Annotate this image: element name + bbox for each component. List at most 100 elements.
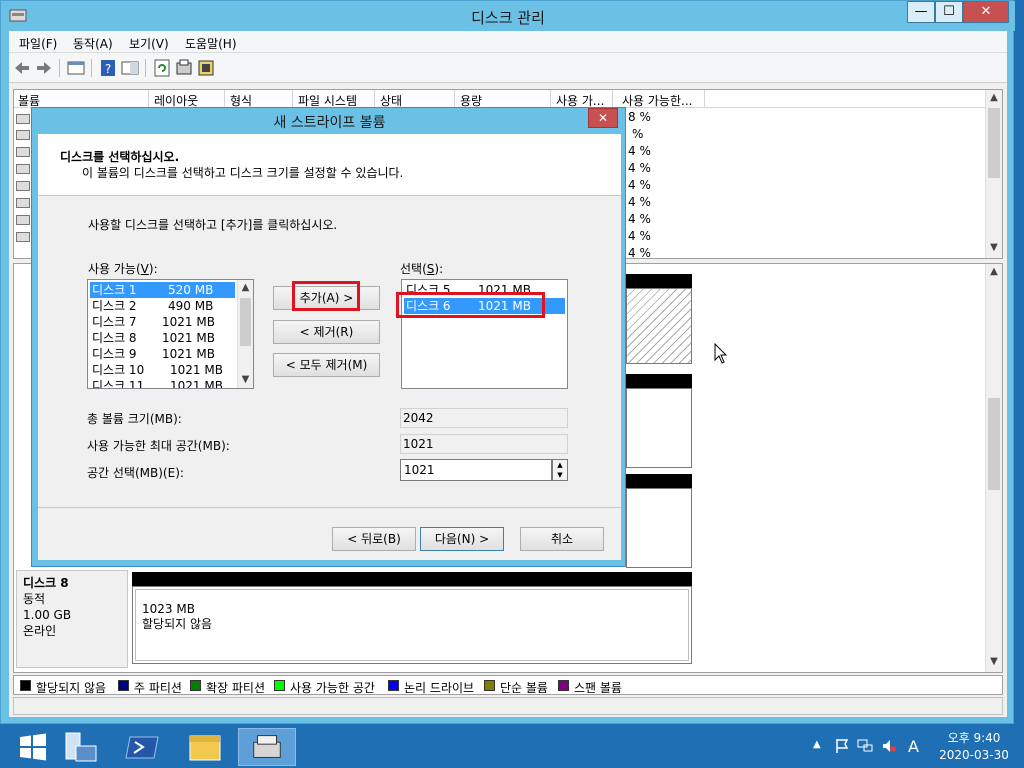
list-item[interactable]: 디스크 1 520 MB [90, 282, 235, 298]
percent-free-cell: 4 % [628, 212, 651, 226]
stepper-up-icon[interactable]: ▲ [553, 460, 567, 470]
disk-8-status: 온라인 [23, 624, 57, 638]
toolbar-separator [145, 59, 146, 77]
menu-file[interactable]: 파일(F) [19, 35, 57, 52]
scroll-down-icon[interactable]: ▼ [986, 654, 1002, 670]
volume-icon [16, 215, 30, 225]
percent-free-cell: 4 % [628, 246, 651, 260]
menu-help[interactable]: 도움말(H) [185, 35, 237, 52]
disk-8-type: 동적 [23, 592, 46, 606]
remove-all-button[interactable]: < 모두 제거(M) [273, 353, 380, 377]
wizard-header: 디스크를 선택하십시오. 이 볼륨의 디스크를 선택하고 디스크 크기를 설정할… [38, 134, 621, 196]
list-item[interactable]: 디스크 9 1021 MB [90, 346, 235, 362]
scroll-up-icon[interactable]: ▲ [986, 264, 1002, 280]
partition-area[interactable] [626, 488, 692, 568]
percent-free-cell: 4 % [628, 178, 651, 192]
list-item[interactable]: 디스크 10 1021 MB [90, 362, 235, 378]
list-item[interactable]: 디스크 11 1021 MB [90, 378, 235, 388]
volume-list-scrollbar[interactable]: ▲ ▼ [985, 90, 1002, 258]
volume-icon [16, 147, 30, 157]
svg-text:?: ? [105, 62, 111, 76]
action-center-flag-icon[interactable] [834, 738, 850, 754]
list-item[interactable]: 디스크 2 490 MB [90, 298, 235, 314]
server-manager-icon[interactable] [52, 728, 110, 766]
space-select-input[interactable]: 1021 [400, 459, 552, 481]
remove-button[interactable]: < 제거(R) [273, 320, 380, 344]
powershell-icon[interactable] [114, 728, 172, 766]
toolbar: ? [9, 53, 1007, 83]
legend-swatch-free-space [274, 680, 285, 691]
percent-free-cell: % [632, 127, 644, 141]
volume-list-header: 볼륨 레이아웃 형식 파일 시스템 상태 용량 사용 가... 사용 가능한..… [14, 90, 986, 108]
percent-free-cell: 4 % [628, 161, 651, 175]
speaker-muted-icon[interactable] [881, 738, 897, 754]
forward-arrow-icon[interactable] [35, 59, 53, 77]
space-stepper[interactable]: ▲ ▼ [552, 459, 568, 481]
column-percent-free[interactable]: 사용 가능한... [622, 92, 692, 109]
clock-date: 2020-03-30 [939, 748, 1009, 762]
percent-free-cell: 4 % [628, 195, 651, 209]
stepper-down-icon[interactable]: ▼ [553, 470, 567, 480]
volume-icon [16, 114, 30, 124]
instruction-text: 사용할 디스크를 선택하고 [추가]를 클릭하십시오. [88, 218, 338, 232]
scroll-down-icon[interactable]: ▼ [986, 240, 1002, 256]
disk-management-taskbar-icon[interactable] [238, 728, 296, 766]
dialog-close-button[interactable]: ✕ [588, 108, 618, 128]
close-button[interactable]: ✕ [963, 1, 1009, 23]
legend-swatch-primary [118, 680, 129, 691]
disk-8-unallocated-area[interactable]: 1023 MB 할당되지 않음 [132, 586, 692, 664]
file-explorer-icon[interactable] [176, 728, 234, 766]
available-list-scrollbar[interactable]: ▲ ▼ [237, 280, 253, 388]
column-divider [292, 90, 293, 108]
network-icon[interactable] [857, 738, 873, 754]
available-disks-list[interactable]: 디스크 1 520 MB 디스크 2 490 MB 디스크 7 1021 MB 디스크… [87, 279, 254, 389]
disk-8-label[interactable]: 디스크 8 동적 1.00 GB 온라인 [16, 570, 128, 668]
unallocated-header-bar [132, 572, 692, 586]
back-arrow-icon[interactable] [13, 59, 31, 77]
cancel-button[interactable]: 취소 [520, 527, 604, 551]
minimize-button[interactable]: — [907, 1, 935, 23]
window-title: 디스크 관리 [471, 9, 545, 27]
scroll-up-icon[interactable]: ▲ [986, 90, 1002, 106]
legend-swatch-unallocated [20, 680, 31, 691]
maximize-button[interactable]: ☐ [935, 1, 963, 23]
menu-view[interactable]: 보기(V) [129, 35, 169, 52]
scroll-down-icon[interactable]: ▼ [238, 372, 253, 388]
partition-header-bar [626, 374, 692, 388]
input-method-indicator[interactable]: A [908, 737, 919, 756]
column-divider [612, 90, 613, 108]
clock[interactable]: 오후 9:40 2020-03-30 [934, 730, 1014, 764]
list-item[interactable]: 디스크 8 1021 MB [90, 330, 235, 346]
max-space-field: 1021 [400, 434, 568, 454]
scroll-up-icon[interactable]: ▲ [238, 280, 253, 296]
console-tree-icon[interactable] [67, 59, 85, 77]
clock-time: 오후 9:40 [947, 731, 1001, 745]
percent-free-cell: 4 % [628, 229, 651, 243]
properties-pane-icon[interactable] [121, 59, 139, 77]
show-hidden-icons-icon[interactable]: ▲ [813, 739, 821, 750]
legend-label: 단순 볼륨 [500, 681, 548, 695]
back-button[interactable]: < 뒤로(B) [332, 527, 416, 551]
next-button[interactable]: 다음(N) > [420, 527, 504, 551]
title-bar[interactable]: 디스크 관리 — ☐ ✕ [1, 1, 1015, 31]
menu-action[interactable]: 동작(A) [73, 35, 113, 52]
legend: 할당되지 않음 주 파티션 확장 파티션 사용 가능한 공간 논리 드라이브 단… [13, 675, 1003, 695]
rescan-disks-icon[interactable] [175, 59, 193, 77]
help-icon[interactable]: ? [99, 59, 117, 77]
volume-icon [16, 232, 30, 242]
scrollbar-thumb[interactable] [988, 398, 1000, 490]
partition-area[interactable] [626, 388, 692, 468]
wizard-heading: 디스크를 선택하십시오. [60, 150, 180, 164]
unallocated-state: 할당되지 않음 [142, 617, 213, 631]
new-striped-volume-dialog: 새 스트라이프 볼륨 ✕ 디스크를 선택하십시오. 이 볼륨의 디스크를 선택하… [31, 107, 626, 567]
refresh-icon[interactable] [153, 59, 171, 77]
list-item[interactable]: 디스크 7 1021 MB [90, 314, 235, 330]
scrollbar-thumb[interactable] [240, 298, 251, 346]
scrollbar-thumb[interactable] [988, 108, 1000, 178]
unallocated-area-inner: 1023 MB 할당되지 않음 [135, 589, 689, 661]
total-size-field: 2042 [400, 408, 568, 428]
partition-area[interactable] [626, 288, 692, 364]
disk-view-scrollbar[interactable]: ▲ ▼ [985, 264, 1002, 672]
settings-icon[interactable] [197, 59, 215, 77]
wizard-subheading: 이 볼륨의 디스크를 선택하고 디스크 크기를 설정할 수 있습니다. [82, 166, 404, 180]
